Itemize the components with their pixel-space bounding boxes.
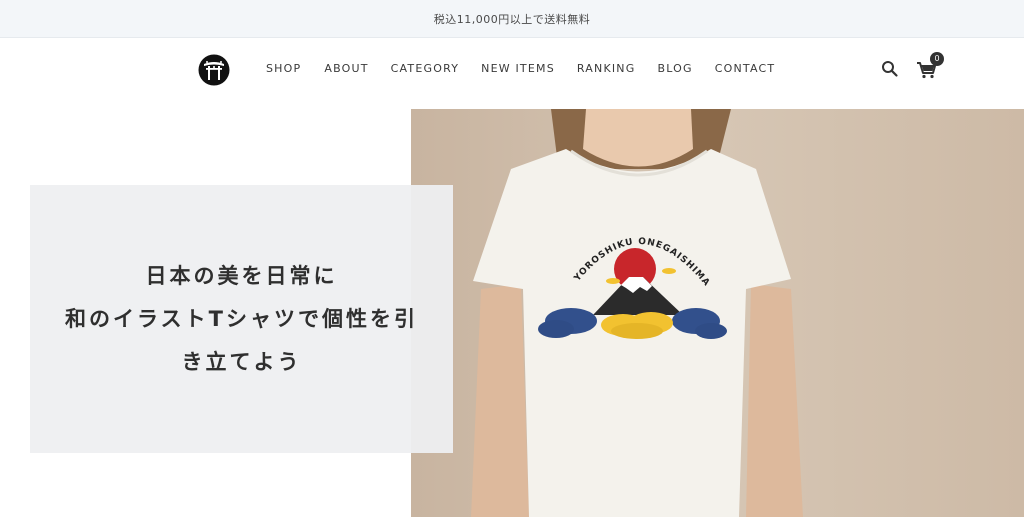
hero-text-panel: 日本の美を日常に 和のイラストTシャツで個性を引 き立てよう (30, 185, 453, 453)
hero-heading-line-3: き立てよう (181, 349, 302, 374)
nav-category[interactable]: CATEGORY (391, 62, 459, 75)
hero-heading-line-2: 和のイラストTシャツで個性を引 (65, 306, 418, 331)
torii-gate-logo[interactable] (198, 54, 230, 86)
announcement-text: 税込11,000円以上で送料無料 (433, 12, 591, 26)
hero-image: YOROSHIKU ONEGAISHIMASU (411, 109, 1024, 517)
nav-shop[interactable]: SHOP (266, 62, 301, 75)
model-wearing-tshirt: YOROSHIKU ONEGAISHIMASU (411, 109, 1024, 517)
nav-about[interactable]: ABOUT (324, 62, 368, 75)
hero-heading-line-1: 日本の美を日常に (145, 263, 338, 288)
announcement-bar: 税込11,000円以上で送料無料 (0, 0, 1024, 38)
nav-ranking[interactable]: RANKING (577, 62, 636, 75)
nav-new-items[interactable]: NEW ITEMS (481, 62, 555, 75)
nav-blog[interactable]: BLOG (657, 62, 692, 75)
cart-count-badge: 0 (930, 52, 944, 66)
site-header: SHOP ABOUT CATEGORY NEW ITEMS RANKING BL… (0, 38, 1024, 108)
search-icon[interactable] (881, 60, 899, 78)
main-nav: SHOP ABOUT CATEGORY NEW ITEMS RANKING BL… (266, 62, 775, 75)
nav-contact[interactable]: CONTACT (715, 62, 776, 75)
